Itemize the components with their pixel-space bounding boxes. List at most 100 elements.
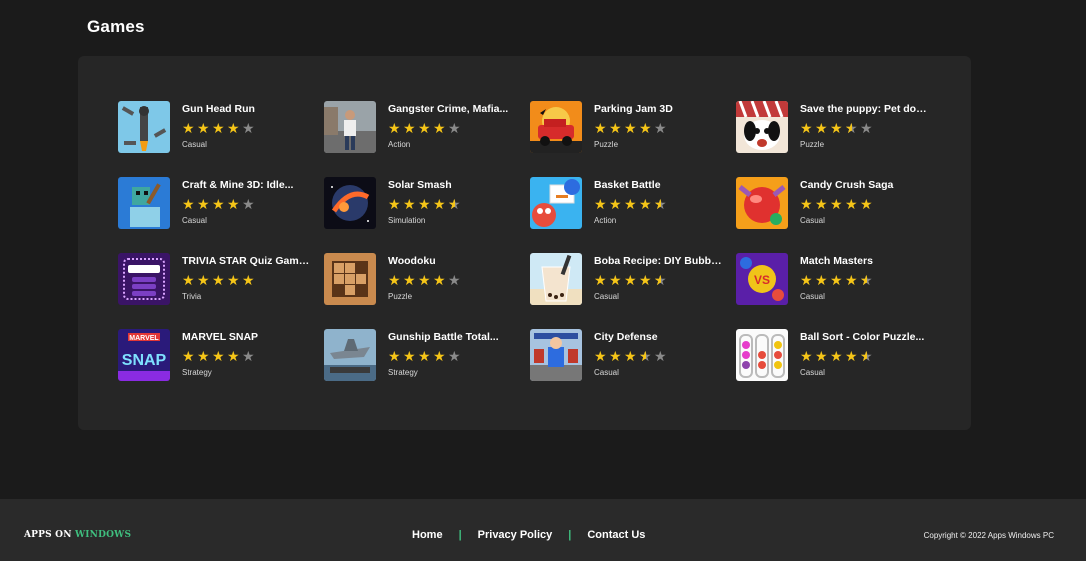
- game-card[interactable]: Gun Head Run ★ ★ ★ ★ ★ Casual: [118, 101, 324, 177]
- footer-logo[interactable]: APPS ON WINDOWS: [24, 530, 131, 540]
- game-title[interactable]: Basket Battle: [594, 179, 724, 192]
- star-icon: ★: [830, 272, 843, 288]
- game-title[interactable]: Ball Sort - Color Puzzle...: [800, 331, 930, 344]
- gun-head-run-icon[interactable]: [118, 101, 170, 153]
- game-category: Casual: [594, 292, 619, 301]
- star-icon: ★: [433, 272, 446, 288]
- trivia-star-icon[interactable]: [118, 253, 170, 305]
- game-card[interactable]: Woodoku ★ ★ ★ ★ ★ Puzzle: [324, 253, 530, 329]
- star-icon: ★: [227, 272, 240, 288]
- game-card[interactable]: Save the puppy: Pet dog...★★★★★Puzzle: [736, 101, 942, 177]
- star-icon: ★: [845, 272, 858, 288]
- nav-contact-link[interactable]: Contact Us: [587, 529, 645, 541]
- star-rating: ★ ★ ★ ★ ★: [182, 197, 312, 211]
- star-icon: ★: [860, 273, 874, 287]
- star-icon: ★: [448, 197, 462, 211]
- candy-crush-icon[interactable]: [736, 177, 788, 229]
- game-title[interactable]: Match Masters: [800, 255, 930, 268]
- footer-nav: Home | Privacy Policy | Contact Us: [412, 529, 645, 541]
- ball-sort-icon[interactable]: [736, 329, 788, 381]
- game-title[interactable]: Parking Jam 3D: [594, 103, 724, 116]
- game-category: Simulation: [388, 216, 426, 225]
- game-card[interactable]: Gangster Crime, Mafia... ★ ★ ★ ★ ★ Action: [324, 101, 530, 177]
- star-icon: ★: [845, 121, 859, 135]
- star-icon: ★: [182, 272, 195, 288]
- game-card[interactable]: Parking Jam 3D ★ ★ ★ ★ ★ Puzzle: [530, 101, 736, 177]
- game-card[interactable]: Boba Recipe: DIY Bubble...★★★★★Casual: [530, 253, 736, 329]
- games-panel: Gun Head Run ★ ★ ★ ★ ★ Casual Gangster Crime, M…: [78, 56, 971, 430]
- star-icon: ★: [860, 349, 874, 363]
- star-icon: ★: [212, 120, 225, 136]
- game-card[interactable]: VSMatch Masters★★★★★Casual: [736, 253, 942, 329]
- nav-privacy-link[interactable]: Privacy Policy: [478, 529, 553, 541]
- section-title: Games: [87, 17, 145, 36]
- game-title[interactable]: Boba Recipe: DIY Bubble...: [594, 255, 724, 268]
- star-rating: ★ ★ ★ ★ ★: [800, 273, 930, 287]
- parking-jam-icon[interactable]: [530, 101, 582, 153]
- star-icon: ★: [654, 348, 667, 364]
- game-title[interactable]: Save the puppy: Pet dog...: [800, 103, 930, 116]
- star-icon: ★: [815, 196, 828, 212]
- star-icon: ★: [403, 272, 416, 288]
- city-defense-icon[interactable]: [530, 329, 582, 381]
- game-category: Puzzle: [388, 292, 413, 301]
- game-title[interactable]: Craft & Mine 3D: Idle...: [182, 179, 312, 192]
- star-icon: ★: [197, 272, 210, 288]
- star-icon: ★: [609, 348, 622, 364]
- gangster-crime-icon[interactable]: [324, 101, 376, 153]
- game-title[interactable]: Gun Head Run: [182, 103, 312, 116]
- star-icon: ★: [654, 273, 668, 287]
- nav-home-link[interactable]: Home: [412, 529, 443, 541]
- nav-separator: |: [568, 529, 572, 541]
- copyright-text: Copyright © 2022 Apps Windows PC: [923, 531, 1054, 540]
- game-title[interactable]: Gunship Battle Total...: [388, 331, 518, 344]
- star-icon: ★: [624, 120, 637, 136]
- game-title[interactable]: TRIVIA STAR Quiz Games...: [182, 255, 312, 268]
- game-card[interactable]: Candy Crush Saga ★ ★ ★ ★ ★ Casual: [736, 177, 942, 253]
- game-title[interactable]: Candy Crush Saga: [800, 179, 930, 192]
- match-masters-icon[interactable]: VS: [736, 253, 788, 305]
- game-card[interactable]: Craft & Mine 3D: Idle... ★ ★ ★ ★ ★ Casual: [118, 177, 324, 253]
- game-title[interactable]: MARVEL SNAP: [182, 331, 312, 344]
- game-title[interactable]: Woodoku: [388, 255, 518, 268]
- star-rating: ★ ★ ★ ★ ★: [182, 273, 312, 287]
- star-icon: ★: [448, 120, 461, 136]
- game-title[interactable]: Gangster Crime, Mafia...: [388, 103, 518, 116]
- game-category: Casual: [182, 216, 207, 225]
- game-card[interactable]: MARVEL SNAP MARVEL SNAP ★ ★ ★ ★ ★ Strategy: [118, 329, 324, 405]
- game-category: Action: [388, 140, 411, 149]
- star-icon: ★: [182, 196, 195, 212]
- basket-battle-icon[interactable]: [530, 177, 582, 229]
- star-icon: ★: [639, 120, 652, 136]
- star-icon: ★: [845, 348, 858, 364]
- game-card[interactable]: Solar Smash ★★★★★ Simulation: [324, 177, 530, 253]
- woodoku-icon[interactable]: [324, 253, 376, 305]
- game-card[interactable]: Gunship Battle Total... ★ ★ ★ ★ ★ Strategy: [324, 329, 530, 405]
- game-title[interactable]: Solar Smash: [388, 179, 518, 192]
- star-rating: ★ ★ ★ ★ ★: [388, 197, 518, 211]
- game-category: Casual: [800, 368, 825, 377]
- star-icon: ★: [609, 120, 622, 136]
- star-icon: ★: [594, 120, 607, 136]
- game-card[interactable]: City Defense★★★★★Casual: [530, 329, 736, 405]
- game-card[interactable]: Ball Sort - Color Puzzle...★★★★★Casual: [736, 329, 942, 405]
- footer: APPS ON WINDOWS Home | Privacy Policy | …: [0, 499, 1086, 561]
- star-rating: ★ ★ ★ ★ ★: [388, 121, 518, 135]
- game-card[interactable]: Basket Battle★★★★★Action: [530, 177, 736, 253]
- boba-recipe-icon[interactable]: [530, 253, 582, 305]
- craft-mine-icon[interactable]: [118, 177, 170, 229]
- marvel-snap-icon[interactable]: MARVEL SNAP: [118, 329, 170, 381]
- star-icon: ★: [800, 120, 813, 136]
- star-icon: ★: [403, 120, 416, 136]
- game-category: Trivia: [182, 292, 202, 301]
- game-card[interactable]: TRIVIA STAR Quiz Games... ★ ★ ★ ★ ★ Trivia: [118, 253, 324, 329]
- star-icon: ★: [197, 348, 210, 364]
- star-icon: ★: [433, 196, 446, 212]
- save-the-puppy-icon[interactable]: [736, 101, 788, 153]
- star-icon: ★: [418, 120, 431, 136]
- gunship-battle-icon[interactable]: [324, 329, 376, 381]
- star-rating: ★ ★ ★ ★ ★: [594, 349, 724, 363]
- solar-smash-icon[interactable]: [324, 177, 376, 229]
- game-title[interactable]: City Defense: [594, 331, 724, 344]
- star-icon: ★: [624, 348, 637, 364]
